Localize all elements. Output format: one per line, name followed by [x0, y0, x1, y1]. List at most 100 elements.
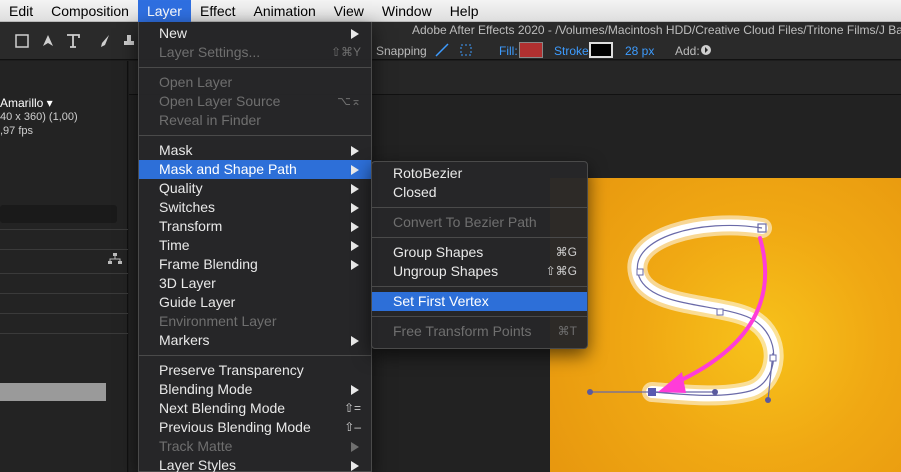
bezier-handle[interactable]: [712, 389, 718, 395]
window-title: Adobe After Effects 2020 - /Volumes/Maci…: [412, 23, 901, 37]
pen-tool-icon[interactable]: [40, 33, 56, 49]
menu-item-label: Preserve Transparency: [159, 362, 304, 378]
menu-separator: [372, 207, 587, 208]
stroke-width-value[interactable]: 28 px: [625, 44, 654, 58]
clone-stamp-tool-icon[interactable]: [121, 33, 137, 49]
menu-item-frame-blending[interactable]: Frame Blending: [139, 255, 371, 274]
rectangle-tool-icon[interactable]: [14, 33, 30, 49]
menubar-composition[interactable]: Composition: [42, 0, 138, 22]
menu-item-mask-and-shape-path[interactable]: Mask and Shape Path: [139, 160, 371, 179]
snap-target-icon[interactable]: [458, 42, 474, 58]
menu-item-label: Mask and Shape Path: [159, 161, 297, 177]
menubar-edit[interactable]: Edit: [0, 0, 42, 22]
menubar-effect[interactable]: Effect: [191, 0, 245, 22]
menu-item-shortcut: ⇧⌘Y: [330, 45, 361, 59]
submenu-item-set-first-vertex[interactable]: Set First Vertex: [372, 292, 587, 311]
project-search-input[interactable]: [0, 205, 117, 223]
menu-item-label: Switches: [159, 199, 216, 215]
fill-color-swatch[interactable]: [519, 42, 543, 58]
menu-item-blending-mode[interactable]: Blending Mode: [139, 380, 371, 399]
menubar-layer[interactable]: Layer: [137, 0, 191, 22]
menu-item-label: Ungroup Shapes: [393, 263, 499, 279]
menu-separator: [139, 67, 371, 68]
menu-item-quality[interactable]: Quality: [139, 179, 371, 198]
brush-tool-icon[interactable]: [96, 33, 112, 49]
bezier-handle[interactable]: [587, 389, 593, 395]
submenu-arrow-icon: [351, 29, 359, 39]
menu-item-next-blending-mode[interactable]: Next Blending Mode ⇧=: [139, 399, 371, 418]
divider: [0, 293, 128, 294]
mask-path-overlay[interactable]: [550, 178, 901, 472]
submenu-item-closed[interactable]: Closed: [372, 183, 587, 202]
menu-item-label: Reveal in Finder: [159, 112, 261, 128]
mask-and-shape-path-submenu: RotoBezier Closed Convert To Bezier Path Gr…: [371, 161, 588, 349]
menu-item-label: Layer Settings...: [159, 44, 261, 60]
menubar-view[interactable]: View: [325, 0, 373, 22]
type-tool-icon[interactable]: [65, 33, 81, 49]
submenu-arrow-icon: [351, 165, 359, 175]
menu-item-reveal-in-finder: Reveal in Finder: [139, 111, 371, 130]
menu-item-track-matte: Track Matte: [139, 437, 371, 456]
menu-item-layer-styles[interactable]: Layer Styles: [139, 456, 371, 472]
submenu-item-ungroup-shapes[interactable]: Ungroup Shapes ⇧⌘G: [372, 262, 587, 281]
menu-item-label: New: [159, 25, 188, 41]
submenu-item-rotobezier[interactable]: RotoBezier: [372, 164, 587, 183]
menu-item-layer-settings: Layer Settings... ⇧⌘Y: [139, 43, 371, 62]
menu-item-previous-blending-mode[interactable]: Previous Blending Mode ⇧–: [139, 418, 371, 437]
menu-item-transform[interactable]: Transform: [139, 217, 371, 236]
menu-item-time[interactable]: Time: [139, 236, 371, 255]
menubar-animation[interactable]: Animation: [245, 0, 325, 22]
submenu-item-group-shapes[interactable]: Group Shapes ⌘G: [372, 243, 587, 262]
selected-project-item[interactable]: [0, 383, 106, 401]
stroke-label: Stroke:: [554, 44, 593, 58]
composition-dimensions: 40 x 360) (1,00): [0, 111, 78, 123]
submenu-item-free-transform-points: Free Transform Points ⌘T: [372, 322, 587, 341]
vertex-point[interactable]: [636, 268, 644, 276]
menu-item-label: Markers: [159, 332, 210, 348]
stroke-color-swatch[interactable]: [589, 42, 613, 58]
divider: [0, 313, 128, 314]
menu-item-label: RotoBezier: [393, 165, 463, 181]
annotation-arrowhead: [658, 372, 686, 393]
menu-separator: [139, 355, 371, 356]
menu-item-preserve-transparency[interactable]: Preserve Transparency: [139, 361, 371, 380]
menubar-help[interactable]: Help: [441, 0, 488, 22]
vertex-point[interactable]: [769, 354, 777, 362]
menu-item-label: Open Layer Source: [159, 93, 281, 109]
menu-item-label: Transform: [159, 218, 223, 234]
snap-icon[interactable]: [434, 42, 450, 58]
composition-name[interactable]: Amarillo ▾: [0, 96, 53, 110]
submenu-arrow-icon: [351, 385, 359, 395]
menubar-window[interactable]: Window: [373, 0, 441, 22]
first-vertex-point[interactable]: [648, 388, 656, 396]
menu-item-switches[interactable]: Switches: [139, 198, 371, 217]
bezier-handle[interactable]: [765, 397, 771, 403]
menu-item-3d-layer[interactable]: 3D Layer: [139, 274, 371, 293]
menu-item-label: Layer Styles: [159, 457, 237, 472]
menu-item-label: Mask: [159, 142, 193, 158]
menu-item-shortcut: ⌘T: [557, 324, 577, 338]
menu-item-guide-layer[interactable]: Guide Layer: [139, 293, 371, 312]
menu-item-label: Environment Layer: [159, 313, 277, 329]
flowchart-icon[interactable]: [108, 253, 122, 265]
snapping-toggle[interactable]: Snapping: [376, 44, 427, 58]
layer-menu: New Layer Settings... ⇧⌘Y Open Layer Open La…: [138, 22, 372, 472]
vertex-point[interactable]: [716, 308, 724, 316]
add-menu-label[interactable]: Add:: [675, 44, 700, 58]
menu-item-label: Next Blending Mode: [159, 400, 286, 416]
menu-bar: Edit Composition Layer Effect Animation View W…: [0, 0, 901, 22]
submenu-arrow-icon: [351, 184, 359, 194]
add-menu-icon[interactable]: [700, 44, 712, 56]
menu-item-markers[interactable]: Markers: [139, 331, 371, 350]
menu-item-label: Previous Blending Mode: [159, 419, 311, 435]
menu-separator: [372, 237, 587, 238]
menu-item-shortcut: ⇧⌘G: [545, 264, 577, 278]
submenu-arrow-icon: [351, 260, 359, 270]
submenu-arrow-icon: [351, 203, 359, 213]
menu-item-open-layer-source: Open Layer Source ⌥⌅: [139, 92, 371, 111]
submenu-arrow-icon: [351, 336, 359, 346]
menu-item-mask[interactable]: Mask: [139, 141, 371, 160]
submenu-arrow-icon: [351, 461, 359, 471]
divider: [0, 273, 128, 274]
menu-item-new[interactable]: New: [139, 24, 371, 43]
